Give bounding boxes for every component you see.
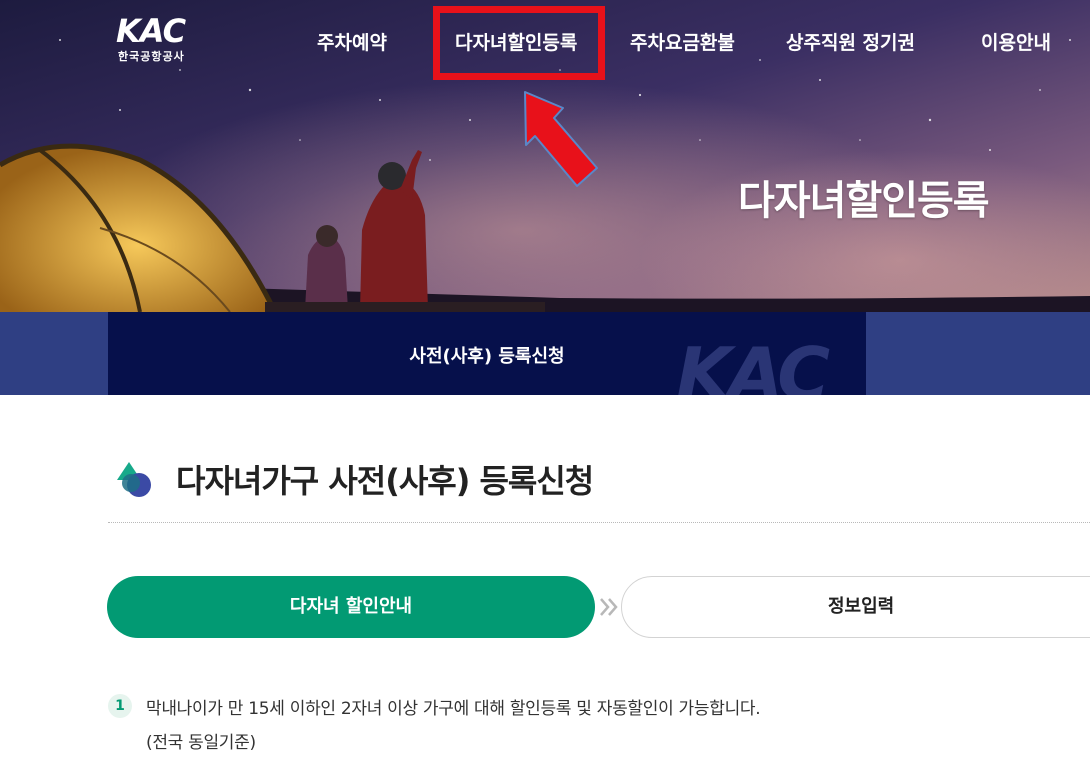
annotation-highlight-box [433,6,605,80]
sub-navigation-bar: KAC 사전(사후) 등록신청 [0,312,1090,395]
note-text-subnote: (전국 동일기준) [146,733,256,753]
annotation-arrow-icon [524,91,598,187]
double-chevron-right-icon [600,598,618,616]
nav-item-parking-refund[interactable]: 주차요금환불 [630,28,735,58]
note-number-badge: 1 [108,694,132,718]
step-discount-guide[interactable]: 다자녀 할인안내 [107,576,595,638]
nav-item-staff-pass[interactable]: 상주직원 정기권 [786,28,915,58]
nav-item-guide[interactable]: 이용안내 [981,28,1051,58]
kac-logo[interactable]: KAC 한국공항공사 [116,14,208,70]
page-title: 다자녀가구 사전(사후) 등록신청 [176,462,594,500]
logo-subtitle: 한국공항공사 [118,50,185,63]
sub-navigation-panel: KAC 사전(사후) 등록신청 [108,312,866,395]
nav-item-parking-reservation[interactable]: 주차예약 [317,28,387,58]
sub-tab-pre-post-registration[interactable]: 사전(사후) 등록신청 [108,342,866,368]
logo-mark: KAC [116,12,186,50]
divider [108,522,1090,523]
note-text: 막내나이가 만 15세 이하인 2자녀 이상 가구에 대해 할인등록 및 자동할… [146,699,761,719]
hero-banner: KAC 한국공항공사 주차예약 다자녀할인등록 주차요금환불 상주직원 정기권 … [0,0,1090,312]
hero-title: 다자녀할인등록 [738,178,990,224]
step-info-input[interactable]: 정보입력 [621,576,1090,638]
section-title-icon [117,462,151,497]
